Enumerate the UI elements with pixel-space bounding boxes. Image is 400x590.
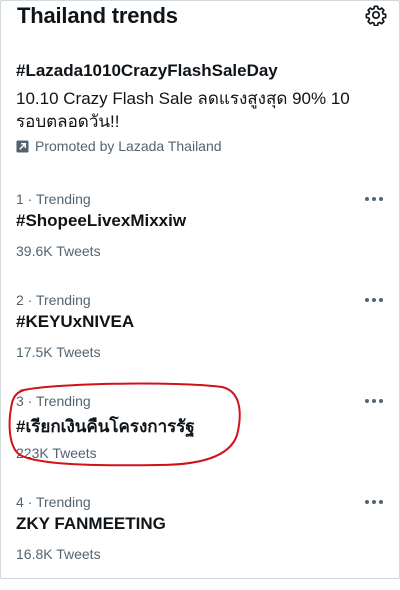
trends-panel: Thailand trends #Lazada1010CrazyFlashSal… [0, 0, 400, 579]
promoted-description: 10.10 Crazy Flash Sale ลดแรงสูงสุด 90% 1… [16, 89, 350, 131]
trend-item-1[interactable]: 1 · Trending #ShopeeLivexMixxiw 39.6K Tw… [1, 187, 399, 287]
trend-name: #เรียกเงินคืนโครงการรัฐ [16, 417, 195, 436]
promoted-by: Promoted by Lazada Thailand [16, 138, 222, 154]
more-options-icon[interactable] [364, 296, 384, 304]
promoted-hashtag: #Lazada1010CrazyFlashSaleDay [16, 61, 278, 80]
trend-rank: 2 · Trending [16, 292, 91, 308]
trend-name: #ShopeeLivexMixxiw [16, 211, 187, 230]
trend-tweet-count: 223K Tweets [16, 445, 97, 461]
trends-header: Thailand trends [15, 1, 387, 35]
gear-icon[interactable] [365, 4, 387, 26]
more-options-icon[interactable] [364, 195, 384, 203]
promoted-trend[interactable]: #Lazada1010CrazyFlashSaleDay 10.10 Crazy… [1, 53, 399, 165]
trend-tweet-count: 17.5K Tweets [16, 344, 101, 360]
more-options-icon[interactable] [364, 498, 384, 506]
trend-rank: 4 · Trending [16, 494, 91, 510]
trend-name: #KEYUxNIVEA [16, 312, 135, 331]
trend-item-4[interactable]: 4 · Trending ZKY FANMEETING 16.8K Tweets [1, 490, 399, 590]
trend-item-2[interactable]: 2 · Trending #KEYUxNIVEA 17.5K Tweets [1, 288, 399, 388]
trend-tweet-count: 16.8K Tweets [16, 546, 101, 562]
panel-title: Thailand trends [17, 3, 178, 28]
trend-name: ZKY FANMEETING [16, 514, 166, 533]
trend-tweet-count: 39.6K Tweets [16, 243, 101, 259]
trend-rank: 1 · Trending [16, 191, 91, 207]
promoted-arrow-icon [16, 139, 29, 153]
trend-item-3[interactable]: 3 · Trending #เรียกเงินคืนโครงการรัฐ 223… [1, 389, 399, 489]
trend-rank: 3 · Trending [16, 393, 91, 409]
more-options-icon[interactable] [364, 397, 384, 405]
promoted-by-label: Promoted by Lazada Thailand [35, 138, 222, 154]
